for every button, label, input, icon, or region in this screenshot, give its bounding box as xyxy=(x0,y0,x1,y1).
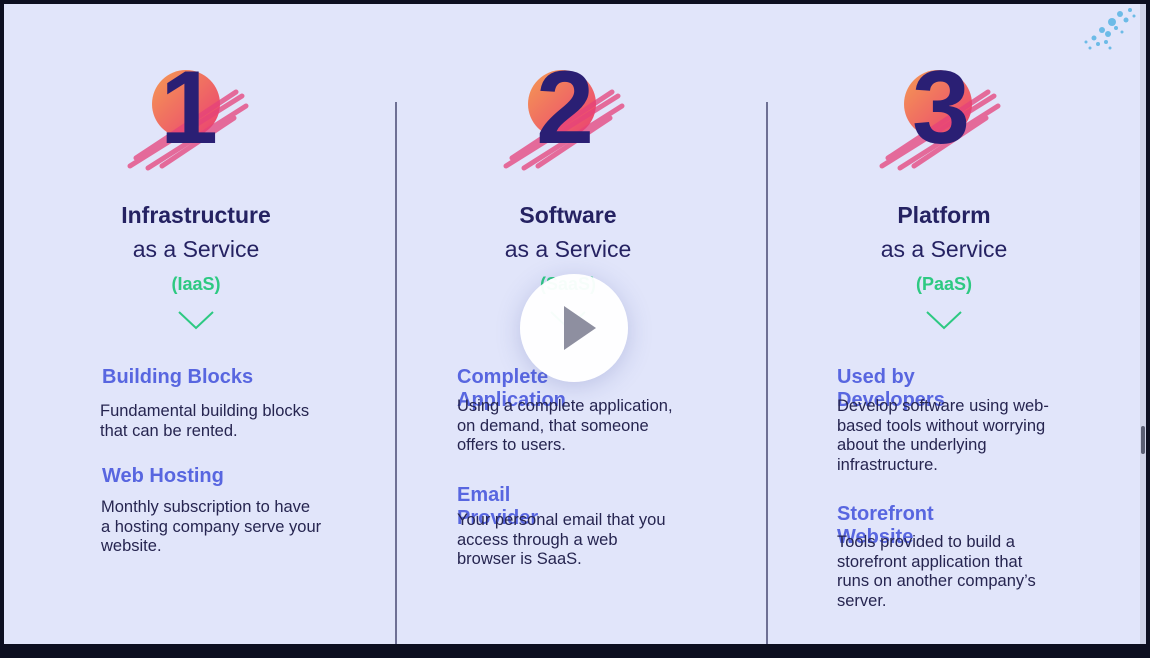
paint-splash-decoration xyxy=(1084,8,1136,50)
service-title: Software xyxy=(519,202,617,228)
service-subtitle: as a Service xyxy=(504,236,632,262)
video-frame[interactable]: 1 Infrastructure as a Service (IaaS) Bui… xyxy=(4,4,1140,644)
step-number: 3 xyxy=(912,50,970,166)
play-icon xyxy=(564,306,596,350)
step-number: 2 xyxy=(536,50,594,166)
feature-description: Your personal email that you access thro… xyxy=(457,511,666,568)
feature-description: Tools provided to build a storefront app… xyxy=(837,533,1036,610)
number-badge: 2 xyxy=(500,56,630,186)
play-button[interactable] xyxy=(520,274,628,382)
service-abbreviation: (PaaS) xyxy=(915,274,973,294)
scrollbar-thumb[interactable] xyxy=(1141,426,1145,454)
column-paas: 3 Platform as a Service (PaaS) Used by D… xyxy=(4,4,1049,644)
number-badge: 3 xyxy=(876,56,1006,186)
service-subtitle: as a Service xyxy=(880,236,1008,262)
chevron-down-icon xyxy=(926,311,962,330)
feature-description: Using a complete application, on demand,… xyxy=(457,397,673,454)
column-divider xyxy=(766,102,768,644)
bottom-edge xyxy=(0,644,1150,658)
service-title: Platform xyxy=(897,202,991,228)
feature-description: Develop software using web- based tools … xyxy=(837,397,1049,474)
column-divider xyxy=(395,102,397,644)
scrollbar[interactable] xyxy=(1140,4,1146,644)
